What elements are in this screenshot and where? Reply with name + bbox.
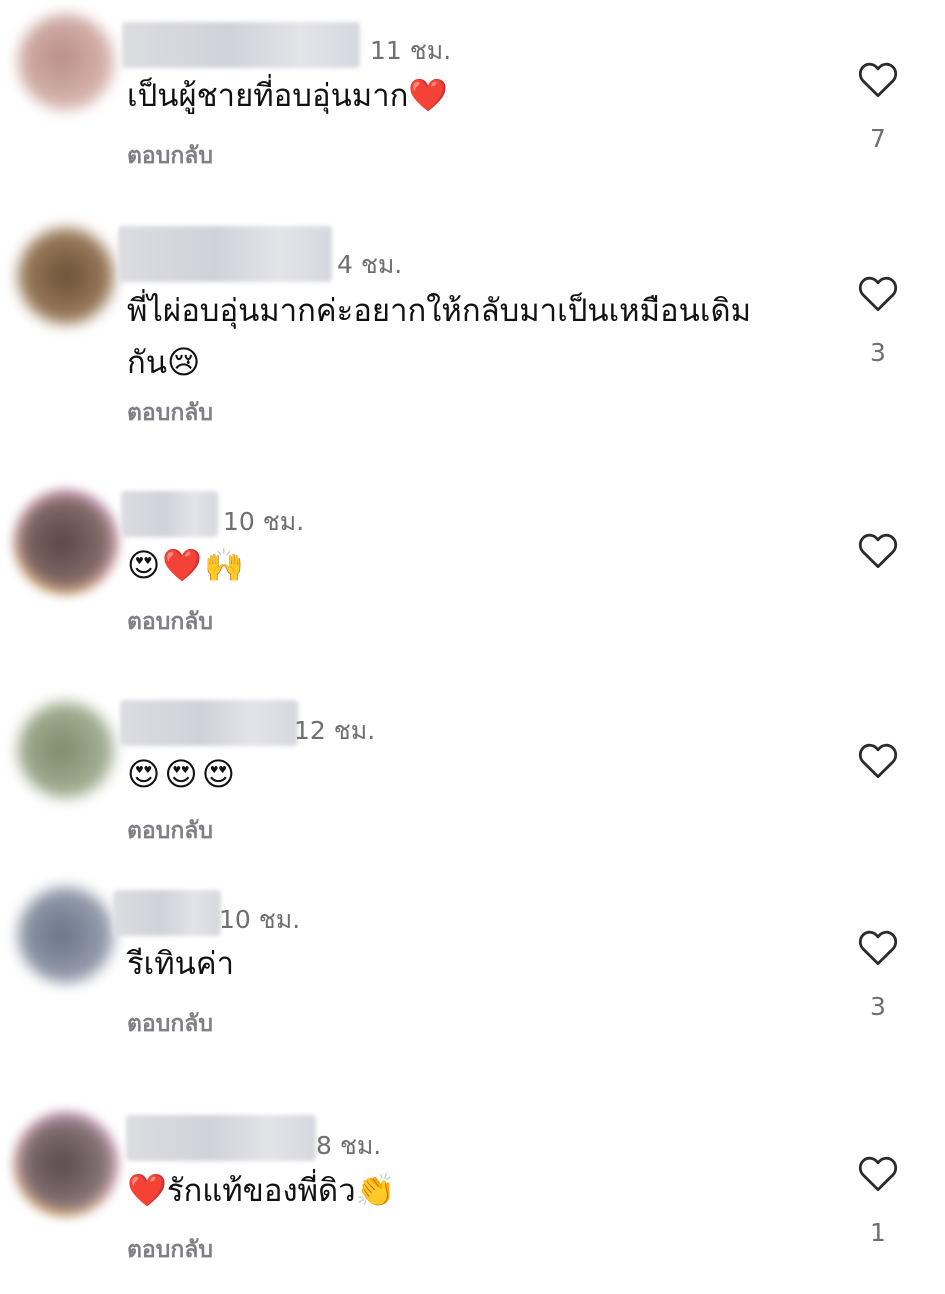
like-button[interactable] bbox=[855, 1153, 901, 1193]
crying-face-emoji: 😢 bbox=[166, 343, 201, 381]
like-count: 3 bbox=[870, 338, 886, 367]
username-blurred[interactable] bbox=[113, 890, 221, 936]
username-blurred[interactable] bbox=[118, 226, 332, 282]
like-button[interactable] bbox=[855, 59, 901, 99]
comment-body: รักแท้ของพี่ดิว bbox=[166, 1173, 356, 1209]
reply-button[interactable]: ตอบกลับ bbox=[127, 604, 213, 640]
comment-text: 😍😍😍 bbox=[127, 755, 240, 793]
username-blurred[interactable] bbox=[121, 491, 218, 537]
like-button[interactable] bbox=[855, 530, 901, 570]
like-count: 3 bbox=[870, 992, 886, 1021]
heart-outline-icon bbox=[858, 276, 898, 312]
comment-body-line: พี่ไผ่อบอุ่นมากค่ะอยากให้กลับมาเป็นเหมือ… bbox=[127, 293, 752, 329]
avatar[interactable] bbox=[18, 1116, 114, 1212]
comment-time: 10 ชม. bbox=[219, 905, 301, 934]
username-blurred[interactable] bbox=[120, 700, 298, 746]
red-heart-emoji: ❤️ bbox=[408, 76, 449, 114]
heart-outline-icon bbox=[858, 62, 898, 98]
avatar[interactable] bbox=[18, 887, 114, 983]
like-button[interactable] bbox=[855, 927, 901, 967]
comment-time: 10 ชม. bbox=[223, 507, 305, 536]
like-count: 1 bbox=[870, 1218, 886, 1247]
avatar[interactable] bbox=[18, 702, 114, 798]
heart-outline-icon bbox=[858, 533, 898, 569]
like-count: 7 bbox=[870, 124, 886, 153]
reply-button[interactable]: ตอบกลับ bbox=[127, 813, 213, 849]
comment-text: 😍❤️🙌 bbox=[127, 546, 247, 584]
comment-text: รีเทินค่า bbox=[127, 946, 235, 982]
avatar[interactable] bbox=[18, 228, 114, 324]
heart-outline-icon bbox=[858, 1156, 898, 1192]
reply-button[interactable]: ตอบกลับ bbox=[127, 1232, 213, 1268]
red-heart-emoji: ❤️ bbox=[127, 1171, 167, 1209]
like-button[interactable] bbox=[855, 740, 901, 780]
heart-outline-icon bbox=[858, 743, 898, 779]
comment-time: 12 ชม. bbox=[294, 716, 376, 745]
comment-text: เป็นผู้ชายที่อบอุ่นมาก❤️ bbox=[127, 70, 807, 122]
comment-time: 4 ชม. bbox=[337, 250, 403, 279]
reply-button[interactable]: ตอบกลับ bbox=[127, 395, 213, 431]
like-button[interactable] bbox=[855, 273, 901, 313]
avatar[interactable] bbox=[18, 494, 114, 590]
comment-time: 8 ชม. bbox=[316, 1131, 382, 1160]
avatar[interactable] bbox=[18, 14, 114, 110]
reply-button[interactable]: ตอบกลับ bbox=[127, 1006, 213, 1042]
username-blurred[interactable] bbox=[122, 22, 360, 68]
comment-text: พี่ไผ่อบอุ่นมากค่ะอยากให้กลับมาเป็นเหมือ… bbox=[127, 285, 807, 389]
username-blurred[interactable] bbox=[126, 1115, 316, 1161]
heart-outline-icon bbox=[858, 930, 898, 966]
reply-button[interactable]: ตอบกลับ bbox=[127, 138, 213, 174]
clapping-hands-emoji: 👏 bbox=[355, 1171, 396, 1209]
comment-text: ❤️รักแท้ของพี่ดิว👏 bbox=[127, 1165, 807, 1217]
comment-time: 11 ชม. bbox=[370, 36, 452, 65]
comment-body-line: กัน bbox=[127, 345, 167, 381]
comment-body: เป็นผู้ชายที่อบอุ่นมาก bbox=[127, 78, 409, 114]
